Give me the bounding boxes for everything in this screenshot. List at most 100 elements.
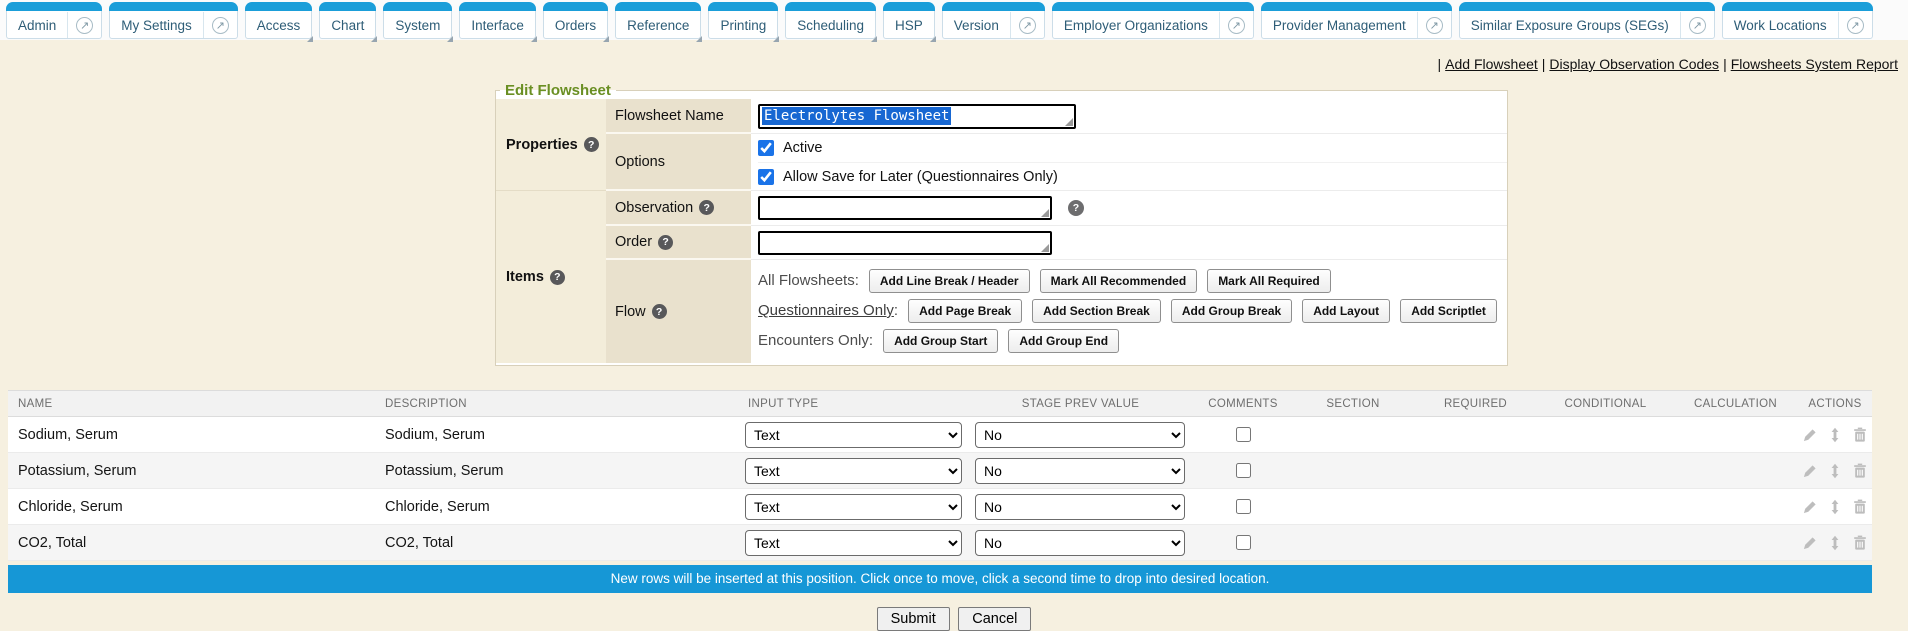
move-up-down-icon[interactable]: [1827, 427, 1843, 443]
resize-grip-icon[interactable]: [1041, 244, 1049, 252]
order-help-icon[interactable]: ?: [658, 235, 673, 250]
delete-trash-icon[interactable]: [1852, 535, 1868, 551]
col-header-actions: ACTIONS: [1798, 398, 1872, 410]
header-link-add-flowsheet[interactable]: Add Flowsheet: [1445, 56, 1538, 72]
dropdown-corner-icon: [696, 36, 702, 42]
external-link-icon: ↗: [67, 12, 101, 38]
edit-pencil-icon[interactable]: [1802, 463, 1818, 479]
tab-printing[interactable]: Printing: [708, 2, 778, 39]
flow-label-cell: Flow ?: [606, 260, 751, 363]
tab-similar-exposure-groups-segs[interactable]: Similar Exposure Groups (SEGs) ↗: [1459, 2, 1715, 39]
add-group-end-button[interactable]: Add Group End: [1008, 329, 1119, 353]
tab-hsp[interactable]: HSP: [883, 2, 935, 39]
observation-help-icon[interactable]: ?: [699, 200, 714, 215]
group-label-items: Items ?: [496, 191, 606, 363]
comments-checkbox[interactable]: [1236, 499, 1251, 514]
edit-pencil-icon[interactable]: [1802, 535, 1818, 551]
option-allow-save-for-later-questionnaires-only: Allow Save for Later (Questionnaires Onl…: [758, 162, 1507, 190]
add-group-start-button[interactable]: Add Group Start: [883, 329, 998, 353]
input-type-select[interactable]: Text: [745, 494, 962, 520]
move-up-down-icon[interactable]: [1827, 499, 1843, 515]
tab-orders[interactable]: Orders: [543, 2, 608, 39]
comments-checkbox[interactable]: [1236, 427, 1251, 442]
input-type-select[interactable]: Text: [745, 530, 962, 556]
header-links: |Add Flowsheet|Display Observation Codes…: [0, 40, 1908, 76]
mark-all-required-button[interactable]: Mark All Required: [1207, 269, 1331, 293]
option-checkbox[interactable]: [758, 169, 774, 185]
link-separator: |: [1438, 56, 1442, 72]
header-link-display-observation-codes[interactable]: Display Observation Codes: [1549, 56, 1719, 72]
tab-admin[interactable]: Admin ↗: [6, 2, 102, 39]
table-body: Sodium, Serum Sodium, Serum Text No: [8, 417, 1872, 561]
dropdown-corner-icon: [371, 36, 377, 42]
header-link-flowsheets-system-report[interactable]: Flowsheets System Report: [1731, 56, 1898, 72]
edit-pencil-icon[interactable]: [1802, 427, 1818, 443]
submit-button[interactable]: Submit: [877, 607, 950, 631]
stage-prev-value-select[interactable]: No: [975, 494, 1185, 520]
edit-flowsheet-fieldset: Edit Flowsheet Properties ? Flowsheet Na…: [495, 82, 1508, 366]
add-page-break-button[interactable]: Add Page Break: [908, 299, 1022, 323]
options-checkbox-group: Active Allow Save for Later (Questionnai…: [751, 134, 1507, 191]
table-row-sodium-serum: Sodium, Serum Sodium, Serum Text No: [8, 417, 1872, 453]
nav-tab-label: My Settings: [110, 18, 203, 33]
col-header-calculation: CALCULATION: [1673, 398, 1798, 410]
input-type-select[interactable]: Text: [745, 422, 962, 448]
properties-help-icon[interactable]: ?: [584, 137, 599, 152]
tab-interface[interactable]: Interface: [459, 2, 536, 39]
option-checkbox[interactable]: [758, 140, 774, 156]
tab-access[interactable]: Access: [245, 2, 313, 39]
nav-tab-label: Access: [246, 18, 312, 33]
add-layout-button[interactable]: Add Layout: [1302, 299, 1390, 323]
order-input[interactable]: [758, 231, 1052, 255]
observation-field-help-icon[interactable]: ?: [1068, 200, 1084, 216]
tab-work-locations[interactable]: Work Locations ↗: [1722, 2, 1873, 39]
tab-reference[interactable]: Reference: [615, 2, 701, 39]
add-group-break-button[interactable]: Add Group Break: [1171, 299, 1292, 323]
resize-grip-icon[interactable]: [1065, 118, 1073, 126]
comments-checkbox[interactable]: [1236, 535, 1251, 550]
flow-help-icon[interactable]: ?: [652, 304, 667, 319]
insert-position-banner[interactable]: New rows will be inserted at this positi…: [8, 565, 1872, 593]
mark-all-recommended-button[interactable]: Mark All Recommended: [1040, 269, 1198, 293]
delete-trash-icon[interactable]: [1852, 463, 1868, 479]
add-scriptlet-button[interactable]: Add Scriptlet: [1400, 299, 1497, 323]
flowsheet-name-input[interactable]: Electrolytes Flowsheet: [758, 104, 1076, 129]
row-name: Sodium, Serum: [8, 427, 375, 443]
edit-pencil-icon[interactable]: [1802, 499, 1818, 515]
row-description: Chloride, Serum: [375, 499, 738, 515]
items-help-icon[interactable]: ?: [550, 270, 565, 285]
add-section-break-button[interactable]: Add Section Break: [1032, 299, 1161, 323]
tab-employer-organizations[interactable]: Employer Organizations ↗: [1052, 2, 1254, 39]
table-header-row: NAME DESCRIPTION INPUT TYPE STAGE PREV V…: [8, 390, 1872, 417]
stage-prev-value-select[interactable]: No: [975, 530, 1185, 556]
observation-input[interactable]: [758, 196, 1052, 220]
nav-tab-label: Interface: [460, 18, 535, 33]
input-type-select[interactable]: Text: [745, 458, 962, 484]
options-label-cell: Options: [606, 134, 751, 191]
tab-system[interactable]: System: [383, 2, 452, 39]
cancel-button[interactable]: Cancel: [958, 607, 1031, 631]
dropdown-corner-icon: [603, 36, 609, 42]
tab-provider-management[interactable]: Provider Management ↗: [1261, 2, 1452, 39]
add-line-break-header-button[interactable]: Add Line Break / Header: [869, 269, 1030, 293]
move-up-down-icon[interactable]: [1827, 535, 1843, 551]
link-separator: |: [1723, 56, 1727, 72]
delete-trash-icon[interactable]: [1852, 427, 1868, 443]
move-up-down-icon[interactable]: [1827, 463, 1843, 479]
col-header-name: NAME: [8, 398, 375, 410]
tab-version[interactable]: Version ↗: [942, 2, 1045, 39]
col-header-input-type: INPUT TYPE: [738, 398, 968, 410]
row-name: Chloride, Serum: [8, 499, 375, 515]
order-label-cell: Order ?: [606, 226, 751, 260]
delete-trash-icon[interactable]: [1852, 499, 1868, 515]
tab-scheduling[interactable]: Scheduling: [785, 2, 876, 39]
tab-chart[interactable]: Chart: [319, 2, 376, 39]
nav-tab-label: Provider Management: [1262, 18, 1417, 33]
resize-grip-icon[interactable]: [1041, 209, 1049, 217]
stage-prev-value-select[interactable]: No: [975, 422, 1185, 448]
tab-my-settings[interactable]: My Settings ↗: [109, 2, 238, 39]
comments-checkbox[interactable]: [1236, 463, 1251, 478]
dropdown-corner-icon: [307, 36, 313, 42]
stage-prev-value-select[interactable]: No: [975, 458, 1185, 484]
flow-caption-questionnaires-only: Questionnaires Only:: [758, 302, 898, 319]
